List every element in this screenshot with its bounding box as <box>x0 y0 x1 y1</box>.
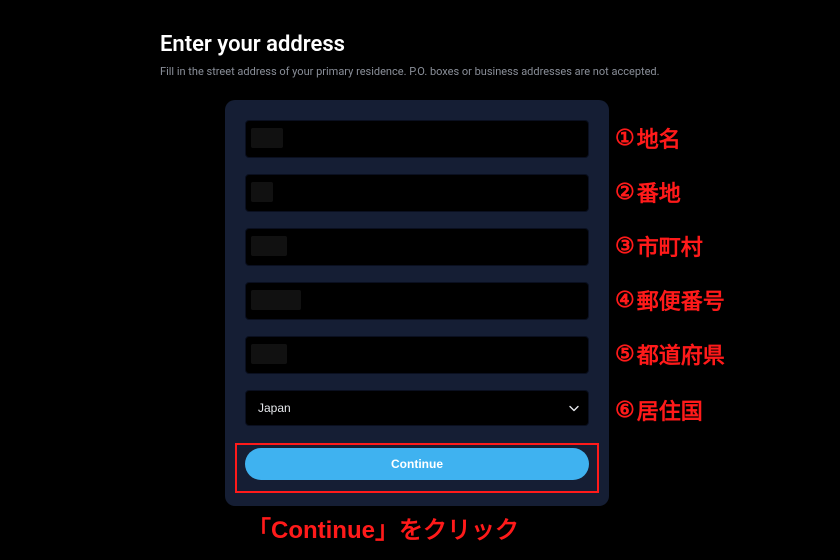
page-subtitle: Fill in the street address of your prima… <box>160 65 660 78</box>
redaction-block <box>251 344 287 364</box>
annotation-3: ③市町村 <box>615 230 703 262</box>
annotation-6: ⑥居住国 <box>615 394 703 426</box>
annotation-4: ④郵便番号 <box>615 284 725 316</box>
redaction-block <box>251 236 287 256</box>
address-line1-input[interactable] <box>245 120 589 158</box>
city-input[interactable] <box>245 228 589 266</box>
redaction-block <box>251 182 273 202</box>
address-form-card: Japan Continue <box>225 100 609 506</box>
annotation-2: ②番地 <box>615 176 681 208</box>
redaction-block <box>251 128 283 148</box>
continue-button[interactable]: Continue <box>245 448 589 480</box>
redaction-block <box>251 290 301 310</box>
instruction-text: 「Continue」をクリック <box>247 510 519 545</box>
state-input[interactable] <box>245 336 589 374</box>
page-title: Enter your address <box>160 32 660 57</box>
address-line2-input[interactable] <box>245 174 589 212</box>
country-select[interactable]: Japan <box>245 390 589 426</box>
country-select-wrap: Japan <box>245 390 589 426</box>
page-root: Enter your address Fill in the street ad… <box>0 0 840 560</box>
annotation-1: ①地名 <box>615 122 681 154</box>
page-header: Enter your address Fill in the street ad… <box>160 32 660 78</box>
annotation-5: ⑤都道府県 <box>615 338 725 370</box>
